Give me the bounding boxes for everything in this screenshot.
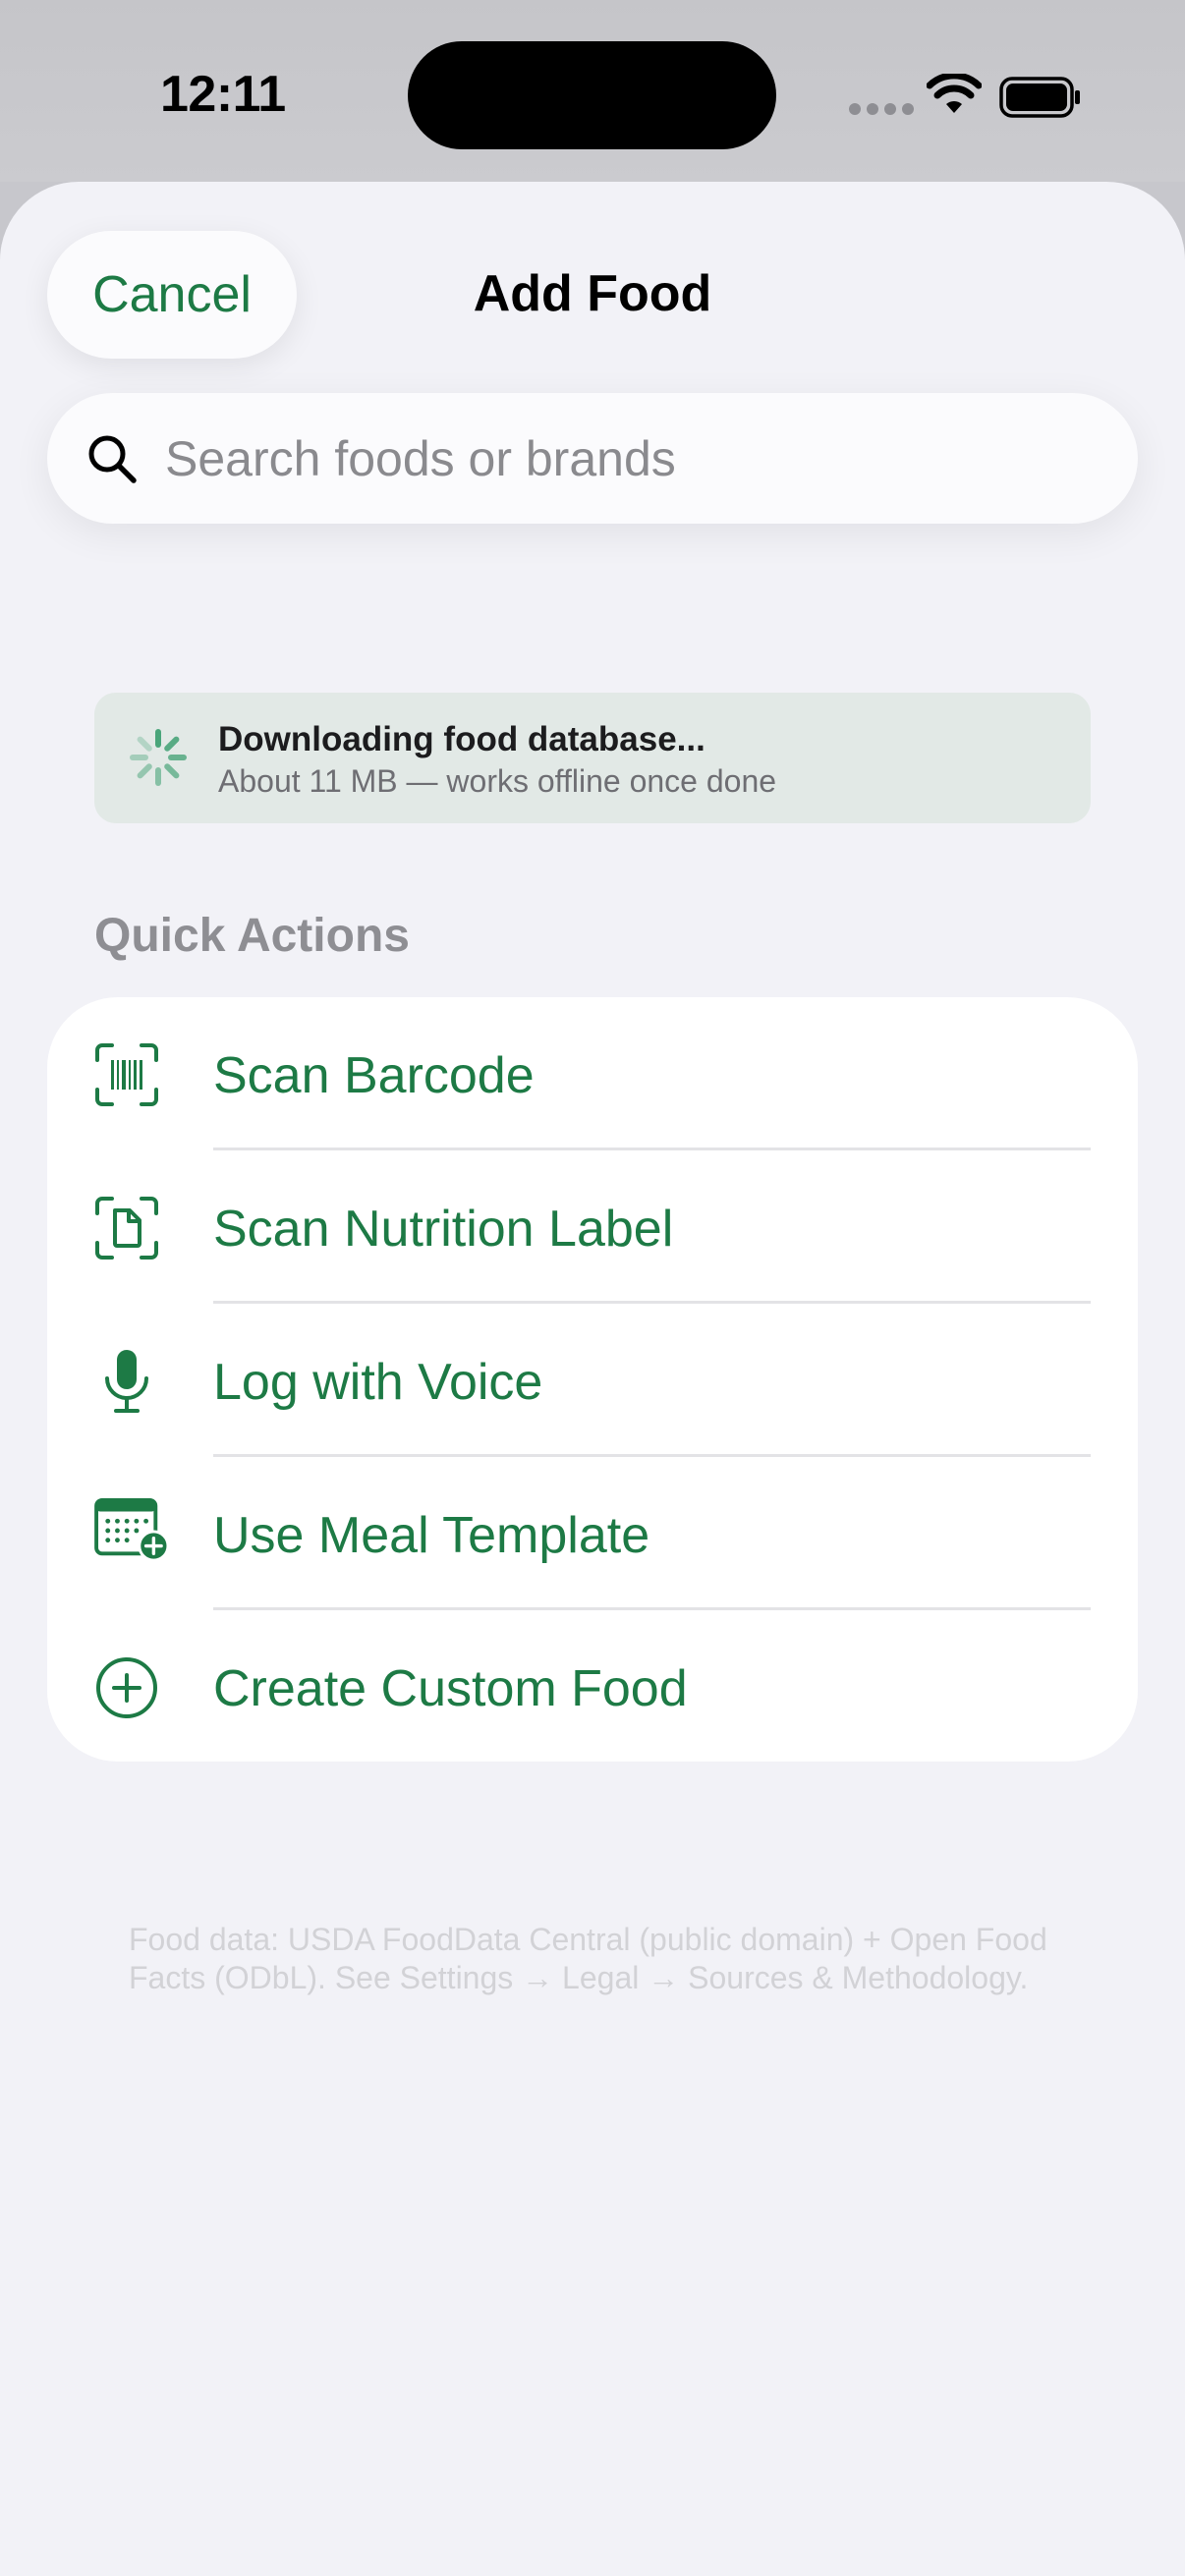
calendar-add-icon [94, 1497, 170, 1562]
quick-actions-list: Scan Barcode Scan Nutrition Label Log wi… [47, 997, 1138, 1762]
scan-nutrition-label-label: Scan Nutrition Label [213, 1201, 674, 1258]
create-custom-food-label: Create Custom Food [213, 1660, 688, 1717]
log-with-voice-label: Log with Voice [213, 1354, 543, 1411]
log-with-voice-button[interactable]: Log with Voice [47, 1304, 1138, 1457]
scan-nutrition-label-button[interactable]: Scan Nutrition Label [47, 1150, 1138, 1304]
scan-barcode-button[interactable]: Scan Barcode [47, 997, 1138, 1150]
status-time: 12:11 [160, 66, 286, 123]
data-sources-note: Food data: USDA FoodData Central (public… [129, 1922, 1047, 1995]
search-field[interactable] [47, 393, 1138, 524]
search-icon [88, 435, 137, 483]
create-custom-food-button[interactable]: Create Custom Food [47, 1610, 1138, 1764]
dynamic-island [408, 41, 776, 149]
document-scan-icon [95, 1197, 158, 1260]
use-meal-template-label: Use Meal Template [213, 1507, 650, 1564]
battery-icon [999, 77, 1080, 118]
scan-barcode-label: Scan Barcode [213, 1047, 535, 1104]
download-banner-subtitle: About 11 MB — works offline once done [218, 763, 777, 799]
download-banner-title: Downloading food database... [218, 720, 705, 758]
loading-spinner-icon [130, 729, 187, 786]
status-bar: 12:11 [0, 0, 1185, 182]
cellular-signal-icon [849, 103, 914, 115]
wifi-icon [927, 74, 982, 113]
microphone-icon [105, 1350, 148, 1413]
barcode-scan-icon [95, 1043, 158, 1106]
use-meal-template-button[interactable]: Use Meal Template [47, 1457, 1138, 1610]
quick-actions-header: Quick Actions [94, 910, 410, 962]
plus-circle-icon [96, 1657, 157, 1718]
add-food-sheet: Cancel Add Food Downloading food databas… [0, 182, 1185, 2576]
cancel-button[interactable]: Cancel [47, 231, 297, 359]
search-input[interactable] [163, 428, 1047, 488]
download-status-banner: Downloading food database... About 11 MB… [94, 693, 1091, 823]
